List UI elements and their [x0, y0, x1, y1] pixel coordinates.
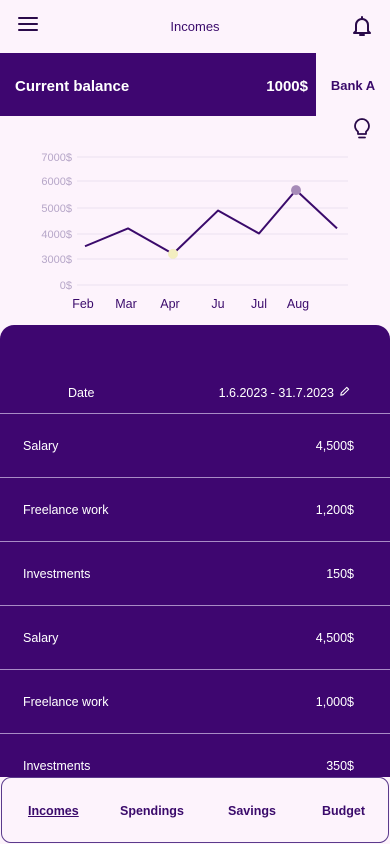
nav-item-incomes[interactable]: Incomes [28, 804, 79, 818]
bell-icon[interactable] [350, 14, 374, 38]
date-range[interactable]: 1.6.2023 - 31.7.2023 [219, 386, 334, 400]
income-row[interactable]: Freelance work 1,200$ [0, 478, 390, 542]
lightbulb-icon[interactable] [351, 117, 373, 141]
y-tick-label: 3000$ [41, 254, 72, 266]
x-tick-label: Jul [251, 297, 267, 311]
income-name: Salary [23, 439, 59, 453]
nav-item-spendings[interactable]: Spendings [120, 804, 184, 818]
balance-label: Current balance [15, 78, 130, 95]
date-label: Date [68, 386, 95, 400]
income-row[interactable]: Salary 4,500$ [0, 606, 390, 670]
income-row[interactable]: Investments 350$ [0, 734, 390, 777]
income-name: Freelance work [23, 503, 109, 517]
top-bar: Incomes [0, 0, 390, 53]
data-point-marker [168, 248, 178, 259]
bottom-navigation: Incomes Spendings Savings Budget [1, 777, 389, 843]
y-tick-label: 5000$ [41, 203, 72, 215]
income-amount: 150$ [326, 567, 354, 581]
income-row[interactable]: Salary 4,500$ [0, 414, 390, 478]
income-table-panel: Date 1.6.2023 - 31.7.2023 Salary 4,500$ Fr… [0, 325, 390, 777]
income-amount: 4,500$ [315, 439, 354, 453]
income-amount: 350$ [326, 759, 354, 773]
nav-item-budget[interactable]: Budget [322, 804, 365, 818]
y-tick-label: 6000$ [41, 176, 72, 188]
income-name: Investments [23, 759, 91, 773]
current-balance-banner: Current balance 1000$ [0, 53, 316, 116]
page-title: Incomes [170, 19, 220, 34]
balance-amount: 1000$ [266, 78, 308, 95]
pencil-icon[interactable] [339, 386, 350, 397]
income-amount: 1,000$ [315, 695, 354, 709]
income-name: Salary [23, 631, 59, 645]
income-row[interactable]: Freelance work 1,000$ [0, 670, 390, 734]
nav-item-savings[interactable]: Savings [228, 804, 276, 818]
income-name: Investments [23, 567, 91, 581]
income-line-chart: 7000$ 6000$ 5000$ 4000$ 3000$ 0$Feb Mar Apr Ju Ju… [41, 152, 348, 311]
x-tick-label: Aug [287, 297, 309, 311]
income-list: Salary 4,500$ Freelance work 1,200$ Investme… [0, 414, 390, 777]
y-tick-label: 7000$ [41, 152, 72, 164]
income-name: Freelance work [23, 695, 109, 709]
x-tick-label: Ju [211, 297, 224, 311]
x-tick-label: Feb [72, 297, 94, 311]
y-tick-label: 4000$ [41, 229, 72, 241]
y-tick-label: 0$ [60, 280, 72, 292]
date-filter-row: Date 1.6.2023 - 31.7.2023 [0, 325, 390, 414]
income-series-line [84, 189, 338, 255]
x-tick-label: Mar [115, 297, 137, 311]
x-tick-label: Apr [160, 297, 179, 311]
bank-selector[interactable]: Bank A [316, 53, 390, 116]
income-row[interactable]: Investments 150$ [0, 542, 390, 606]
income-amount: 4,500$ [315, 631, 354, 645]
data-point-marker [291, 185, 301, 196]
income-amount: 1,200$ [315, 503, 354, 517]
